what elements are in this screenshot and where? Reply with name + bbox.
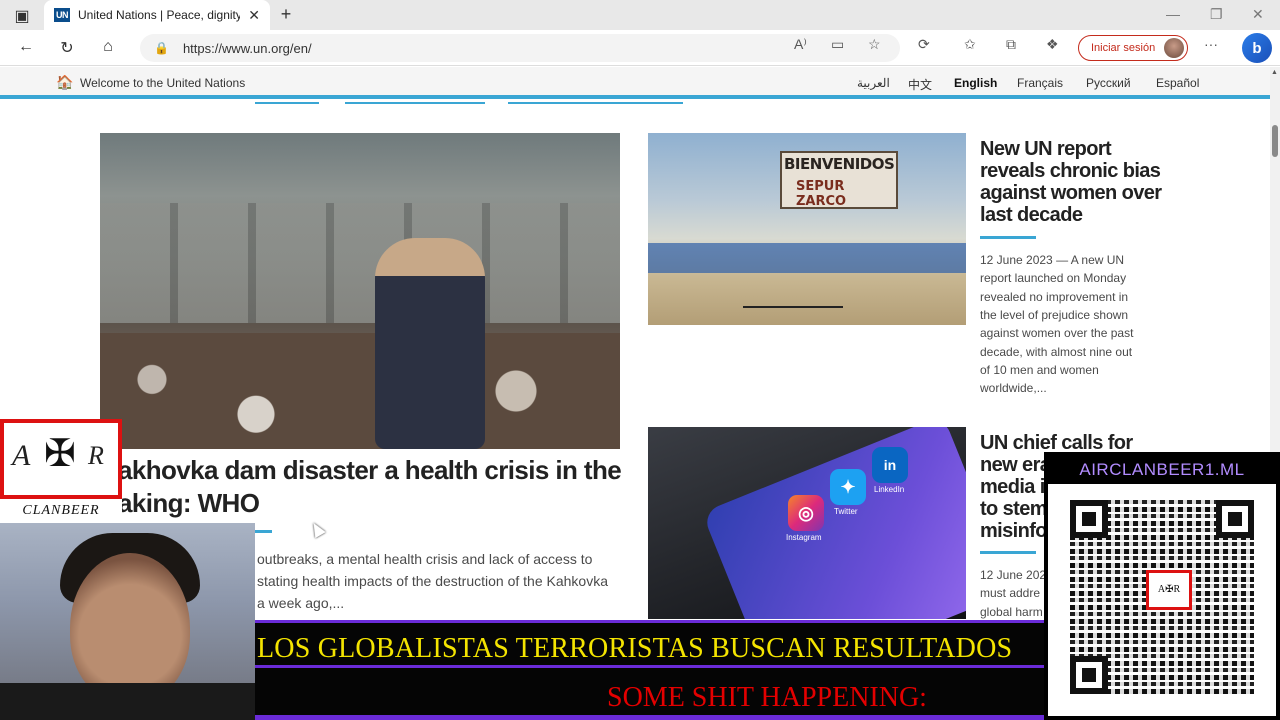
story-3-headline-line[interactable]: misinfor [980, 520, 1055, 543]
immersive-reader-icon[interactable]: ▭ [831, 36, 844, 53]
webcam-overlay [0, 523, 255, 720]
more-icon[interactable]: ··· [1204, 36, 1218, 52]
extensions-icon[interactable]: ⟳ [918, 36, 930, 53]
logo-letter-r: R [88, 441, 104, 470]
lang-french[interactable]: Français [1017, 76, 1063, 90]
story-3-headline-line[interactable]: new era [980, 454, 1051, 477]
mouse-cursor [308, 519, 326, 539]
bing-icon: b [1252, 39, 1262, 57]
tab-title: United Nations | Peace, dignity a [78, 8, 241, 22]
story-3-headline-line[interactable]: to stem [980, 498, 1048, 521]
main-story-headline-line1[interactable]: akhovka dam disaster a health crisis in … [118, 455, 622, 486]
plus-icon[interactable]: + [276, 4, 296, 25]
news-ticker: LOS GLOBALISTAS TERRORISTAS BUSCAN RESUL… [255, 620, 1050, 720]
ticker-line1: LOS GLOBALISTAS TERRORISTAS BUSCAN RESUL… [257, 633, 1013, 664]
story-2-summary-line: 12 June 2023 — A new UN [980, 253, 1125, 267]
story-2-headline-line[interactable]: against women over [980, 182, 1162, 205]
signin-button[interactable]: Iniciar sesión [1078, 35, 1188, 61]
ticker-line2: SOME SHIT HAPPENING: [607, 682, 927, 713]
story-2-summary-line: against women over the past [980, 326, 1134, 340]
linkedin-label: LinkedIn [874, 485, 905, 494]
story-3-accent-bar [980, 551, 1036, 554]
story-3-summary-line: must addre [980, 586, 1041, 600]
lock-icon[interactable]: 🔒 [154, 41, 169, 55]
linkedin-icon: in [872, 447, 908, 483]
close-icon[interactable]: ✕ [248, 7, 260, 24]
qr-code-panel: AIRCLANBEER1.ML A✠R [1044, 452, 1280, 720]
story-2-headline-line[interactable]: reveals chronic bias [980, 160, 1161, 183]
sidebar-toggle-icon[interactable]: ▣ [12, 6, 32, 26]
story-2-summary-line: decade, with almost nine out [980, 345, 1133, 359]
main-story-accent-bar [255, 530, 272, 533]
un-favicon-icon: UN [54, 8, 70, 22]
tab-bar: ▣ UN United Nations | Peace, dignity a ✕… [0, 0, 1280, 30]
avatar [1164, 38, 1184, 58]
star-icon[interactable]: ☆ [868, 36, 881, 53]
main-story-headline-line2[interactable]: aking: WHO [118, 488, 260, 519]
twitter-icon: ✦ [830, 469, 866, 505]
lang-english[interactable]: English [954, 76, 997, 90]
collections-icon[interactable]: ⧉ [1006, 36, 1016, 53]
performance-icon[interactable]: ❖ [1046, 36, 1059, 53]
minimize-icon[interactable]: — [1166, 6, 1180, 22]
story-2-accent-bar [980, 236, 1036, 239]
clanbeer-label: CLANBEER [0, 499, 122, 523]
story-3-summary-line: 12 June 202 [980, 568, 1047, 582]
clanbeer-logo: A ✠ R [0, 419, 122, 499]
home-icon[interactable]: ⌂ [98, 38, 118, 56]
instagram-label: Instagram [786, 533, 822, 542]
maximize-icon[interactable]: ❐ [1210, 6, 1223, 23]
lang-russian[interactable]: Русский [1086, 76, 1131, 90]
url-text: https://www.un.org/en/ [182, 40, 312, 56]
story-2-image[interactable]: BIENVENIDOS SEPUR ZARCO [648, 133, 966, 325]
qr-finder-topright [1216, 500, 1254, 538]
qr-logo: A✠R [1146, 570, 1192, 610]
instagram-icon: ◎ [788, 495, 824, 531]
story-2-summary-line: worldwide,... [980, 381, 1047, 395]
home-icon[interactable]: 🏠 [56, 74, 73, 91]
lang-spanish[interactable]: Español [1156, 76, 1199, 90]
signin-label: Iniciar sesión [1091, 42, 1156, 54]
browser-toolbar: ← ↻ ⌂ 🔒 https://www.un.org/en/ A⁾ ▭ ☆ ⟳ … [0, 30, 1280, 66]
address-bar[interactable]: 🔒 https://www.un.org/en/ [140, 34, 900, 62]
twitter-label: Twitter [834, 507, 858, 516]
welcome-link[interactable]: Welcome to the United Nations [80, 76, 245, 90]
main-story-summary-line3: a week ago,... [257, 595, 345, 611]
qr-finder-bottomleft [1070, 656, 1108, 694]
scroll-up-icon[interactable]: ▲ [1271, 69, 1278, 76]
read-aloud-icon[interactable]: A⁾ [794, 36, 807, 53]
main-story-summary-line2: stating health impacts of the destructio… [257, 573, 608, 589]
story-2-summary-line: report launched on Monday [980, 271, 1127, 285]
reload-icon[interactable]: ↻ [57, 38, 77, 58]
tab-active[interactable]: UN United Nations | Peace, dignity a ✕ [44, 0, 270, 30]
favorites-icon[interactable]: ✩ [964, 36, 976, 53]
window-close-icon[interactable]: ✕ [1252, 6, 1264, 23]
qr-finder-topleft [1070, 500, 1108, 538]
lang-chinese[interactable]: 中文 [908, 76, 932, 93]
bienvenidos-sign: BIENVENIDOS SEPUR ZARCO [780, 151, 898, 209]
story-2-summary-line: revealed no improvement in [980, 290, 1129, 304]
bing-button[interactable]: b [1242, 33, 1272, 63]
un-top-bar: 🏠 Welcome to the United Nations العربية … [0, 67, 1270, 99]
story-2-summary-line: of 10 men and women [980, 363, 1099, 377]
main-story-image[interactable] [100, 133, 620, 449]
story-3-image[interactable]: ◎ ✦ in Instagram Twitter LinkedIn [648, 427, 966, 619]
main-story-summary-line1: outbreaks, a mental health crisis and la… [257, 551, 593, 567]
back-icon[interactable]: ← [16, 38, 36, 56]
story-2-summary-line: the level of prejudice shown [980, 308, 1129, 322]
iron-cross-icon: ✠ [44, 433, 76, 475]
qr-header: AIRCLANBEER1.ML [1048, 456, 1276, 484]
story-3-summary-line: global harm [980, 605, 1043, 619]
lang-arabic[interactable]: العربية [857, 76, 890, 90]
story-2-headline-line[interactable]: New UN report [980, 138, 1112, 161]
logo-letter-a: A [12, 439, 31, 472]
scrollbar-thumb[interactable] [1272, 125, 1278, 157]
story-2-headline-line[interactable]: last decade [980, 204, 1083, 227]
